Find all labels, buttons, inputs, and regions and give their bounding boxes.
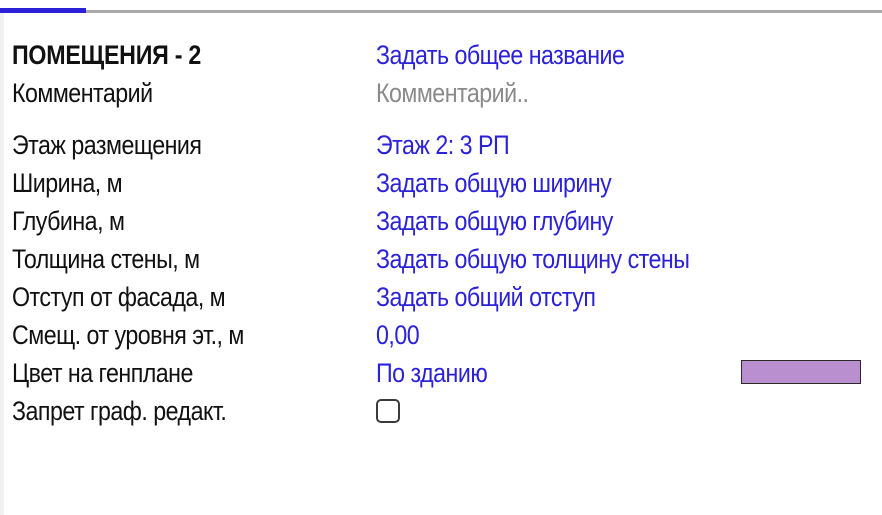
edit-lock-checkbox[interactable] (376, 399, 400, 423)
depth-label: Глубина, м (12, 206, 125, 236)
facade-offset-value-link[interactable]: Задать общий отступ (376, 282, 596, 312)
row-width: Ширина, м Задать общую ширину (12, 164, 872, 202)
depth-value-link[interactable]: Задать общую глубину (376, 206, 613, 236)
properties-panel: ПОМЕЩЕНИЯ - 2 Задать общее название Комм… (12, 36, 872, 430)
comment-field[interactable]: Комментарий.. (376, 78, 529, 108)
row-wall-thickness: Толщина стены, м Задать общую толщину ст… (12, 240, 872, 278)
floor-label: Этаж размещения (12, 130, 202, 160)
common-name-link[interactable]: Задать общее название (376, 40, 625, 70)
site-plan-color-link[interactable]: По зданию (376, 358, 488, 388)
active-tab-indicator (0, 8, 86, 13)
floor-value-link[interactable]: Этаж 2: 3 РП (376, 130, 510, 160)
row-floor: Этаж размещения Этаж 2: 3 РП (12, 126, 872, 164)
color-swatch[interactable] (741, 360, 861, 384)
level-shift-value[interactable]: 0,00 (376, 320, 420, 350)
wall-thickness-value-link[interactable]: Задать общую толщину стены (376, 244, 690, 274)
site-plan-color-label: Цвет на генплане (12, 358, 193, 388)
row-edit-lock: Запрет граф. редакт. (12, 392, 872, 430)
row-facade-offset: Отступ от фасада, м Задать общий отступ (12, 278, 872, 316)
row-title: ПОМЕЩЕНИЯ - 2 Задать общее название (12, 36, 872, 74)
row-level-shift: Смещ. от уровня эт., м 0,00 (12, 316, 872, 354)
section-title: ПОМЕЩЕНИЯ - 2 (12, 40, 202, 70)
width-label: Ширина, м (12, 168, 123, 198)
row-site-plan-color: Цвет на генплане По зданию (12, 354, 872, 392)
left-edge-strip (0, 13, 4, 515)
row-comment: Комментарий Комментарий.. (12, 74, 872, 112)
level-shift-label: Смещ. от уровня эт., м (12, 320, 244, 350)
row-depth: Глубина, м Задать общую глубину (12, 202, 872, 240)
comment-label: Комментарий (12, 78, 153, 108)
width-value-link[interactable]: Задать общую ширину (376, 168, 612, 198)
top-divider (0, 10, 882, 13)
edit-lock-label: Запрет граф. редакт. (12, 396, 227, 426)
wall-thickness-label: Толщина стены, м (12, 244, 200, 274)
facade-offset-label: Отступ от фасада, м (12, 282, 226, 312)
